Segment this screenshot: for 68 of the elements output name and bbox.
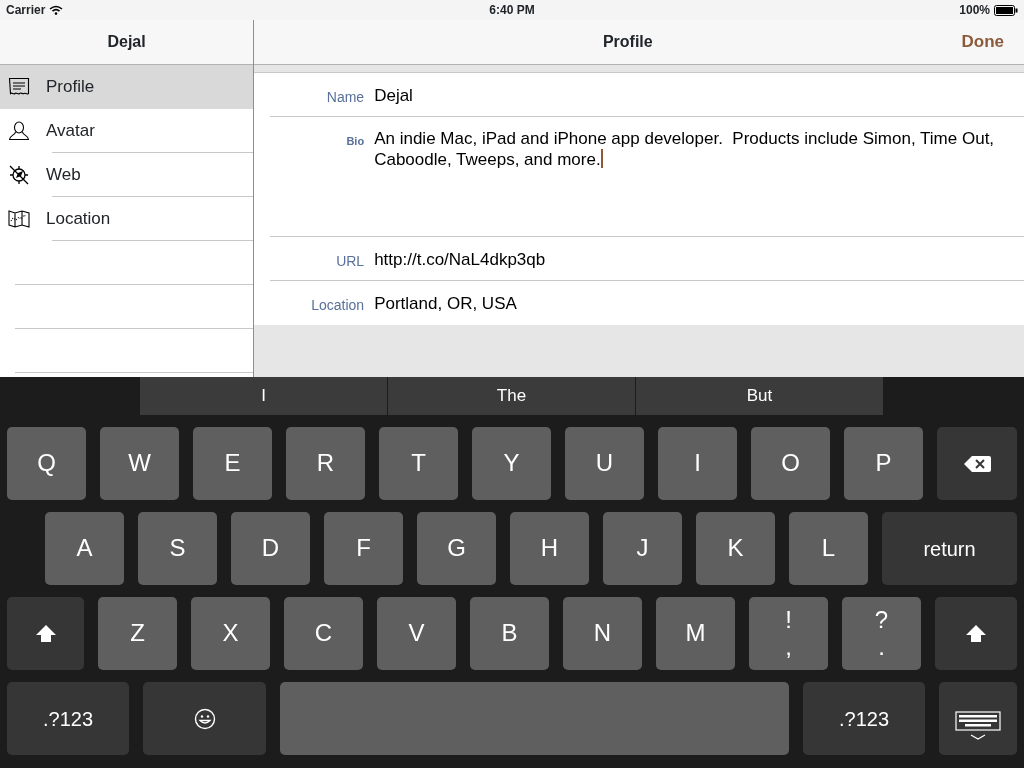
- suggestion-item[interactable]: I: [140, 377, 388, 415]
- key[interactable]: N: [563, 597, 642, 670]
- key[interactable]: U: [565, 427, 644, 500]
- key[interactable]: C: [284, 597, 363, 670]
- key[interactable]: W: [100, 427, 179, 500]
- field-label: Name: [325, 88, 366, 107]
- key[interactable]: Z: [98, 597, 177, 670]
- key[interactable]: ! ,: [749, 597, 828, 670]
- suggestion-item[interactable]: But: [636, 377, 884, 415]
- battery-percent: 100%: [959, 2, 990, 19]
- key[interactable]: O: [751, 427, 830, 500]
- suggestion-item[interactable]: The: [388, 377, 636, 415]
- done-button[interactable]: Done: [941, 29, 1024, 55]
- shift-key[interactable]: [7, 597, 84, 670]
- key[interactable]: J: [603, 512, 682, 585]
- field-label: URL: [335, 252, 366, 271]
- input-field[interactable]: An indie Mac, iPad and iPhone app developer. Products include Simon, Time Out, Caboodle, Tweeps, and more.: [374, 117, 1024, 236]
- wifi-icon: [49, 5, 64, 15]
- input-field[interactable]: Portland, OR, USA: [374, 281, 1024, 325]
- key[interactable]: K: [696, 512, 775, 585]
- smiley-icon: [193, 707, 216, 730]
- input-field[interactable]: http://t.co/NaL4dkp3qb: [374, 237, 1024, 280]
- nav-title: Dejal: [107, 32, 146, 52]
- delete-icon: [962, 454, 992, 473]
- keyboard-hide-icon: [955, 711, 1001, 741]
- sidebar-item[interactable]: Location: [0, 197, 254, 241]
- key[interactable]: I: [658, 427, 737, 500]
- key[interactable]: V: [377, 597, 456, 670]
- key[interactable]: T: [379, 427, 458, 500]
- key[interactable]: S: [138, 512, 217, 585]
- field-label: Location: [310, 296, 366, 315]
- clock-time: 6:40 PM: [488, 2, 536, 19]
- delete-key[interactable]: [937, 427, 1017, 500]
- key[interactable]: H: [510, 512, 589, 585]
- key[interactable]: L: [789, 512, 868, 585]
- sidebar-item[interactable]: Web: [0, 153, 254, 197]
- key[interactable]: B: [470, 597, 549, 670]
- key[interactable]: E: [193, 427, 272, 500]
- key[interactable]: Y: [472, 427, 551, 500]
- text-cursor: [600, 149, 603, 168]
- key[interactable]: F: [324, 512, 403, 585]
- key[interactable]: ? .: [842, 597, 921, 670]
- key[interactable]: Q: [7, 427, 86, 500]
- person-icon: [8, 121, 30, 141]
- hide-keyboard-key[interactable]: [939, 682, 1017, 755]
- carrier-label: Carrier: [6, 2, 46, 19]
- numbers-key[interactable]: .?123: [7, 682, 129, 755]
- shift-icon: [965, 624, 987, 643]
- input-field[interactable]: Dejal: [374, 73, 1024, 116]
- key[interactable]: A: [45, 512, 124, 585]
- key[interactable]: R: [286, 427, 365, 500]
- sidebar-item[interactable]: Profile: [0, 65, 254, 109]
- numbers-key[interactable]: .?123: [803, 682, 925, 755]
- field-label: Bio: [345, 134, 366, 149]
- key[interactable]: M: [656, 597, 735, 670]
- shift-icon: [34, 624, 57, 643]
- return-key[interactable]: return: [882, 512, 1017, 585]
- key[interactable]: G: [417, 512, 496, 585]
- map-icon: [8, 209, 30, 229]
- key[interactable]: P: [844, 427, 923, 500]
- key[interactable]: X: [191, 597, 270, 670]
- receipt-icon: [8, 77, 30, 97]
- nav-title: Profile: [601, 32, 654, 52]
- compass-icon: [8, 165, 30, 185]
- shift-key[interactable]: [935, 597, 1017, 670]
- battery-icon: [994, 4, 1018, 16]
- sidebar-item[interactable]: Avatar: [0, 109, 254, 153]
- key[interactable]: D: [231, 512, 310, 585]
